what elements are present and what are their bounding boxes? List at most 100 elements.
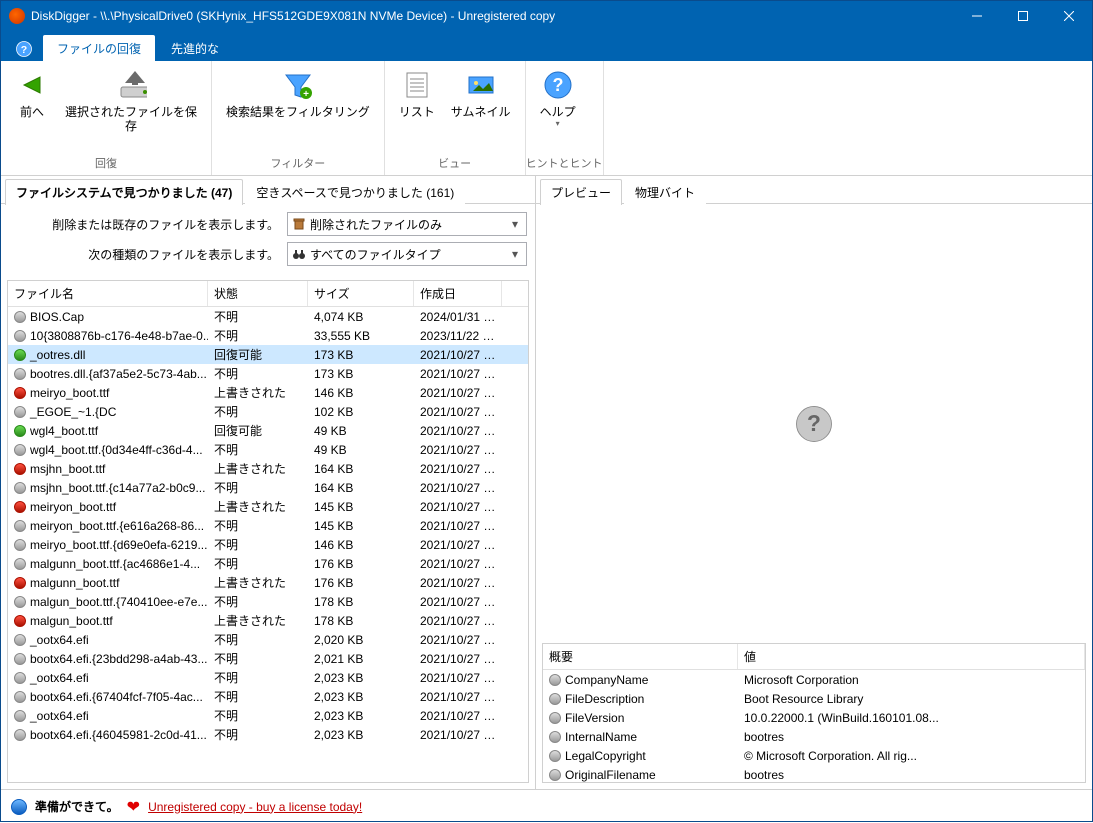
file-status: 不明 [208,517,308,534]
list-view-button[interactable]: リスト [391,65,443,123]
file-name: wgl4_boot.ttf [30,424,98,438]
file-status: 不明 [208,441,308,458]
col-date[interactable]: 作成日 [414,281,502,306]
unknown-preview-icon: ? [793,403,835,445]
table-row[interactable]: _ootx64.efi不明2,023 KB2021/10/27 12: [8,668,528,687]
file-status: 不明 [208,593,308,610]
file-size: 102 KB [308,405,414,419]
file-size: 2,021 KB [308,652,414,666]
table-row[interactable]: bootx64.efi.{23bdd298-a4ab-43...不明2,021 … [8,649,528,668]
file-date: 2024/01/31 16: [414,310,502,324]
metadata-header: 概要 値 [543,644,1085,670]
ribbon: 前へ 選択されたファイルを保 存 回復 + 検索結果をフィルタリング フィルター… [1,61,1092,176]
table-row[interactable]: _ootx64.efi不明2,023 KB2021/10/27 12: [8,706,528,725]
meta-row[interactable]: InternalNamebootres [543,727,1085,746]
file-status: 上書きされた [208,574,308,591]
left-inner-tabs: ファイルシステムで見つかりました (47) 空きスペースで見つかりました (16… [1,176,535,204]
status-dot-icon [14,577,26,589]
meta-row[interactable]: LegalCopyright© Microsoft Corporation. A… [543,746,1085,765]
table-row[interactable]: 10{3808876b-c176-4e48-b7ae-0...不明33,555 … [8,326,528,345]
status-dot-icon [14,539,26,551]
file-name: msjhn_boot.ttf.{c14a77a2-b0c9... [30,481,205,495]
tab-empty-found[interactable]: 空きスペースで見つかりました (161) [245,179,465,205]
right-pane: プレビュー 物理バイト ? 概要 値 CompanyNameMicrosoft … [536,176,1092,789]
file-size: 164 KB [308,481,414,495]
file-status: 回復可能 [208,422,308,439]
tab-advanced[interactable]: 先進的な [157,35,233,61]
maximize-button[interactable] [1000,1,1046,31]
tab-recover[interactable]: ファイルの回復 [43,35,155,61]
file-table-header: ファイル名 状態 サイズ 作成日 [8,281,528,307]
table-row[interactable]: msjhn_boot.ttf.{c14a77a2-b0c9...不明164 KB… [8,478,528,497]
file-status: 不明 [208,536,308,553]
help-icon[interactable]: ? [9,37,39,61]
meta-row[interactable]: OriginalFilenamebootres [543,765,1085,783]
table-row[interactable]: msjhn_boot.ttf上書きされた164 KB2021/10/27 12: [8,459,528,478]
back-button[interactable]: 前へ [7,65,57,123]
file-size: 2,023 KB [308,690,414,704]
file-size: 4,074 KB [308,310,414,324]
file-date: 2021/10/27 12: [414,576,502,590]
minimize-button[interactable] [954,1,1000,31]
meta-col-value[interactable]: 値 [738,644,1085,669]
save-selected-button[interactable]: 選択されたファイルを保 存 [57,65,205,138]
ribbon-group-view: ビュー [385,153,525,175]
license-link[interactable]: Unregistered copy - buy a license today! [148,800,362,814]
help-button[interactable]: ? ヘルプ ▾ [532,65,584,133]
file-table[interactable]: ファイル名 状態 サイズ 作成日 BIOS.Cap不明4,074 KB2024/… [7,280,529,783]
table-row[interactable]: malgunn_boot.ttf上書きされた176 KB2021/10/27 1… [8,573,528,592]
col-size[interactable]: サイズ [308,281,414,306]
table-row[interactable]: _ootx64.efi不明2,020 KB2021/10/27 12: [8,630,528,649]
table-row[interactable]: bootres.dll.{af37a5e2-5c73-4ab...不明173 K… [8,364,528,383]
table-row[interactable]: wgl4_boot.ttf回復可能49 KB2021/10/27 12: [8,421,528,440]
meta-row[interactable]: FileDescriptionBoot Resource Library [543,689,1085,708]
file-status: 上書きされた [208,460,308,477]
file-date: 2021/10/27 12: [414,348,502,362]
file-size: 33,555 KB [308,329,414,343]
meta-col-key[interactable]: 概要 [543,644,738,669]
file-name: _ootx64.efi [30,671,89,685]
table-row[interactable]: meiryo_boot.ttf上書きされた146 KB2021/10/27 12… [8,383,528,402]
file-date: 2021/10/27 12: [414,709,502,723]
status-dot-icon [14,501,26,513]
tab-preview[interactable]: プレビュー [540,179,622,205]
file-status: 不明 [208,631,308,648]
file-status: 不明 [208,726,308,743]
table-row[interactable]: _ootres.dll回復可能173 KB2021/10/27 12: [8,345,528,364]
filter-button[interactable]: + 検索結果をフィルタリング [218,65,378,123]
table-row[interactable]: BIOS.Cap不明4,074 KB2024/01/31 16: [8,307,528,326]
chevron-down-icon: ▾ [556,119,560,129]
file-status: 上書きされた [208,384,308,401]
col-status[interactable]: 状態 [208,281,308,306]
filter-deleted-select[interactable]: 削除されたファイルのみ ▾ [287,212,527,236]
table-row[interactable]: bootx64.efi.{67404fcf-7f05-4ac...不明2,023… [8,687,528,706]
svg-text:?: ? [552,75,563,95]
filter-type-select[interactable]: すべてのファイルタイプ ▾ [287,242,527,266]
status-dot-icon [14,558,26,570]
drive-save-icon [115,69,147,101]
table-row[interactable]: wgl4_boot.ttf.{0d34e4ff-c36d-4...不明49 KB… [8,440,528,459]
table-row[interactable]: bootx64.efi.{46045981-2c0d-41...不明2,023 … [8,725,528,744]
table-row[interactable]: _EGOE_~1.{DC不明102 KB2021/10/27 12: [8,402,528,421]
table-row[interactable]: meiryon_boot.ttf.{e616a268-86...不明145 KB… [8,516,528,535]
close-button[interactable] [1046,1,1092,31]
table-row[interactable]: malgun_boot.ttf上書きされた178 KB2021/10/27 12… [8,611,528,630]
meta-row[interactable]: FileVersion10.0.22000.1 (WinBuild.160101… [543,708,1085,727]
tab-fs-found[interactable]: ファイルシステムで見つかりました (47) [5,179,243,205]
tab-bytes[interactable]: 物理バイト [624,179,706,205]
metadata-table[interactable]: 概要 値 CompanyNameMicrosoft CorporationFil… [542,643,1086,783]
col-name[interactable]: ファイル名 [8,281,208,306]
status-dot-icon [14,710,26,722]
file-size: 178 KB [308,595,414,609]
table-row[interactable]: malgunn_boot.ttf.{ac4686e1-4...不明176 KB2… [8,554,528,573]
table-row[interactable]: meiryon_boot.ttf上書きされた145 KB2021/10/27 1… [8,497,528,516]
table-row[interactable]: malgun_boot.ttf.{740410ee-e7e...不明178 KB… [8,592,528,611]
list-icon [401,69,433,101]
question-icon: ? [542,69,574,101]
file-date: 2021/10/27 12: [414,443,502,457]
meta-row[interactable]: CompanyNameMicrosoft Corporation [543,670,1085,689]
file-name: malgun_boot.ttf.{740410ee-e7e... [30,595,207,609]
table-row[interactable]: meiryo_boot.ttf.{d69e0efa-6219...不明146 K… [8,535,528,554]
file-size: 2,023 KB [308,671,414,685]
thumbnail-view-button[interactable]: サムネイル [443,65,519,123]
